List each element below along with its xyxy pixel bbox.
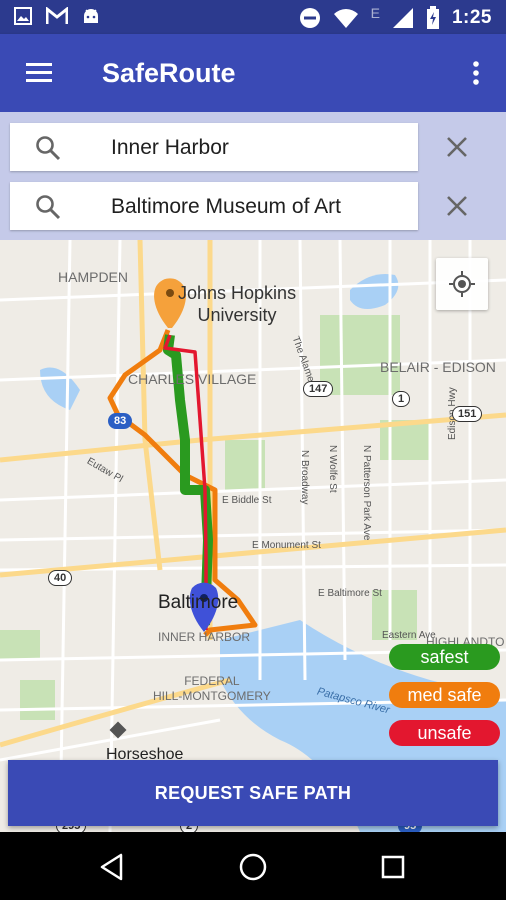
r151-shield-icon: 151 [452,406,483,422]
street-n-broadway: N Broadway [299,450,310,505]
us1-shield-icon: 1 [392,391,411,407]
legend-unsafe: unsafe [389,720,500,746]
image-icon [14,7,32,25]
back-icon[interactable] [96,850,130,884]
street-eastern-ave: Eastern Ave [382,630,436,641]
status-bar: E 1:25 [0,0,506,34]
street-n-patterson: N Patterson Park Ave [361,445,372,541]
origin-search-field[interactable]: Inner Harbor [10,123,418,171]
home-icon[interactable] [236,850,270,884]
map-label-city: Baltimore [158,592,239,613]
my-location-button[interactable] [436,258,488,310]
my-location-icon [449,271,475,297]
status-time: 1:25 [451,7,492,28]
wifi-icon [333,9,358,28]
search-icon [36,136,61,161]
app-title: SafeRoute [102,58,236,88]
search-icon [36,195,61,220]
app-bar: SafeRoute [0,34,506,112]
do-not-disturb-icon [299,8,320,28]
map-label-poi: Johns Hopkins University [178,283,297,325]
street-e-biddle: E Biddle St [222,495,272,506]
battery-icon [426,6,439,29]
signal-icon [392,8,413,28]
street-e-baltimore: E Baltimore St [318,588,382,599]
street-n-wolfe: N Wolfe St [327,445,338,493]
street-e-monument: E Monument St [252,540,321,551]
map-label-federal-hill: FEDERAL HILL-MONTGOMERY [153,674,271,703]
menu-icon[interactable] [22,56,56,90]
gmail-icon [46,7,68,24]
legend-med-safe: med safe [389,682,500,708]
navigation-bar [0,832,506,900]
network-type-indicator: E [370,5,380,21]
i83-shield-icon: 83 [108,413,133,429]
destination-text: Baltimore Museum of Art [111,195,341,218]
clear-destination-icon[interactable] [440,189,474,223]
destination-search-field[interactable]: Baltimore Museum of Art [10,182,418,230]
map-label-belair-edison: BELAIR - EDISON [380,359,496,375]
request-safe-path-button[interactable]: REQUEST SAFE PATH [8,760,498,826]
clear-origin-icon[interactable] [440,130,474,164]
legend-safest: safest [389,644,500,670]
map-label-hampden: HAMPDEN [58,269,129,285]
map-label-charles-village: CHARLES VILLAGE [128,371,257,387]
android-icon [84,9,98,23]
map-label-inner-harbor: INNER HARBOR [158,630,251,644]
search-panel: Inner Harbor Baltimore Museum of Art [0,112,506,240]
us40-shield-icon: 40 [48,570,73,586]
origin-text: Inner Harbor [111,136,229,159]
recents-icon[interactable] [376,850,410,884]
more-options-icon[interactable] [464,56,488,90]
r147-shield-icon: 147 [303,381,334,397]
